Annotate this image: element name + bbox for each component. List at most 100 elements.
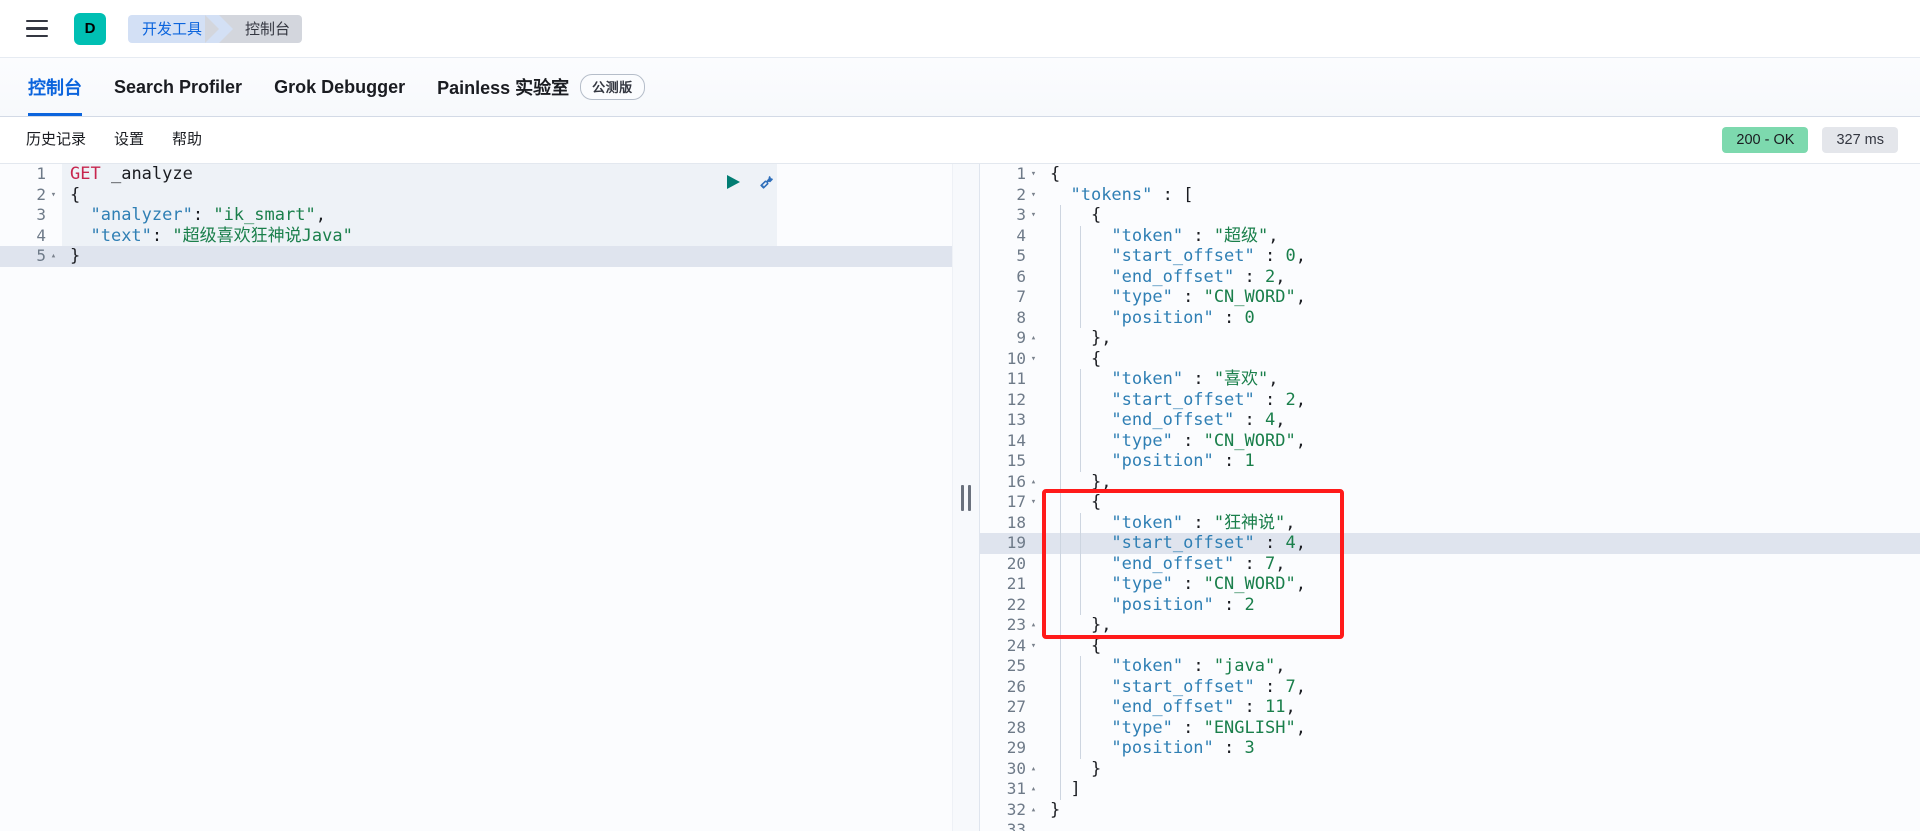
code-line-content: "type" : "CN_WORD", xyxy=(1111,287,1306,307)
code-line[interactable]: 26 "start_offset" : 7, xyxy=(980,676,1920,697)
code-line[interactable]: 1 GET _analyze xyxy=(0,164,952,185)
avatar[interactable]: D xyxy=(74,12,106,45)
code-line-content: "end_offset" : 2, xyxy=(1111,266,1286,287)
code-line[interactable]: 24 ▾ { xyxy=(980,635,1920,657)
fold-toggle-icon[interactable]: ▴ xyxy=(1029,328,1038,349)
tab-console[interactable]: 控制台 xyxy=(12,58,98,116)
hamburger-menu-icon[interactable] xyxy=(20,12,54,46)
code-line[interactable]: 4 "text": "超级喜欢狂神说Java" xyxy=(0,225,952,246)
code-line-content: "token" : "狂神说", xyxy=(1111,512,1296,533)
line-number: 7 xyxy=(980,287,1042,308)
pane-splitter[interactable] xyxy=(952,164,980,831)
code-line-content: { xyxy=(1090,492,1102,512)
code-line[interactable]: 23 ▴ }, xyxy=(980,615,1920,636)
fold-toggle-icon[interactable]: ▾ xyxy=(49,185,58,206)
code-line[interactable]: 14 "type" : "CN_WORD", xyxy=(980,430,1920,451)
code-line[interactable]: 15 "position" : 1 xyxy=(980,451,1920,472)
line-number: 22 xyxy=(980,594,1042,615)
line-number: 11 xyxy=(980,369,1042,390)
fold-toggle-icon[interactable]: ▴ xyxy=(49,246,58,267)
code-line[interactable]: 3 ▾ { xyxy=(980,205,1920,226)
code-line[interactable]: 27 "end_offset" : 11, xyxy=(980,697,1920,718)
fold-toggle-icon[interactable]: ▾ xyxy=(1029,164,1038,185)
tab-search-profiler[interactable]: Search Profiler xyxy=(98,58,258,116)
code-line-content: { xyxy=(1090,205,1102,225)
code-line[interactable]: 3 "analyzer": "ik_smart", xyxy=(0,205,952,226)
line-number: 1 xyxy=(0,164,62,185)
breadcrumb: 开发工具 控制台 xyxy=(128,14,303,43)
code-line[interactable]: 18 "token" : "狂神说", xyxy=(980,512,1920,533)
tab-painless-lab[interactable]: Painless 实验室 公测版 xyxy=(421,58,661,116)
line-number: 9 ▴ xyxy=(980,328,1042,349)
request-editor-code[interactable]: 1 GET _analyze 2 ▾{3 "analyzer": "ik_smart"… xyxy=(0,164,952,267)
fold-toggle-icon[interactable]: ▴ xyxy=(1029,615,1038,636)
code-line[interactable]: 13 "end_offset" : 4, xyxy=(980,410,1920,431)
request-editor-pane[interactable]: 1 GET _analyze 2 ▾{3 "analyzer": "ik_smart"… xyxy=(0,164,952,831)
code-line[interactable]: 25 "token" : "java", xyxy=(980,656,1920,677)
code-line[interactable]: 30 ▴ } xyxy=(980,758,1920,780)
tab-grok-debugger[interactable]: Grok Debugger xyxy=(258,58,421,116)
code-line[interactable]: 9 ▴ }, xyxy=(980,328,1920,349)
code-line[interactable]: 33 xyxy=(980,820,1920,831)
code-line[interactable]: 5 "start_offset" : 0, xyxy=(980,246,1920,267)
fold-toggle-icon[interactable]: ▴ xyxy=(1029,472,1038,493)
fold-toggle-icon[interactable]: ▾ xyxy=(1029,492,1038,513)
response-viewer-code[interactable]: 1 ▾{2 ▾ "tokens" : [3 ▾ {4 "token" : "超级", 5… xyxy=(980,164,1920,831)
code-line-content: "position" : 1 xyxy=(1111,451,1255,471)
fold-toggle-icon[interactable]: ▾ xyxy=(1029,636,1038,657)
code-line[interactable]: 8 "position" : 0 xyxy=(980,307,1920,328)
code-line[interactable]: 19 "start_offset" : 4, xyxy=(980,533,1920,554)
fold-toggle-icon[interactable]: ▾ xyxy=(1029,205,1038,226)
code-line[interactable]: 17 ▾ { xyxy=(980,492,1920,513)
code-line[interactable]: 2 ▾{ xyxy=(0,184,952,206)
code-line-content: }, xyxy=(1090,328,1112,348)
code-line[interactable]: 5 ▴} xyxy=(0,246,952,267)
fold-toggle-icon[interactable]: ▴ xyxy=(1029,779,1038,800)
code-line[interactable]: 12 "start_offset" : 2, xyxy=(980,389,1920,410)
code-line[interactable]: 32 ▴} xyxy=(980,799,1920,821)
line-number: 13 xyxy=(980,410,1042,431)
fold-toggle-icon[interactable]: ▾ xyxy=(1029,349,1038,370)
tab-painless-lab-label: Painless 实验室 xyxy=(437,78,570,98)
fold-toggle-icon[interactable]: ▴ xyxy=(1029,800,1038,821)
code-line-content: "end_offset" : 7, xyxy=(1111,553,1286,574)
code-line[interactable]: 10 ▾ { xyxy=(980,348,1920,370)
code-line[interactable]: 22 "position" : 2 xyxy=(980,594,1920,615)
response-viewer-pane[interactable]: 1 ▾{2 ▾ "tokens" : [3 ▾ {4 "token" : "超级", 5… xyxy=(980,164,1920,831)
code-line[interactable]: 28 "type" : "ENGLISH", xyxy=(980,717,1920,738)
help-button[interactable]: 帮助 xyxy=(158,117,216,163)
play-icon[interactable] xyxy=(724,173,742,191)
response-time-badge: 327 ms xyxy=(1822,127,1898,153)
code-line[interactable]: 4 "token" : "超级", xyxy=(980,225,1920,246)
code-line[interactable]: 6 "end_offset" : 2, xyxy=(980,266,1920,287)
code-line[interactable]: 16 ▴ }, xyxy=(980,471,1920,493)
code-line[interactable]: 21 "type" : "CN_WORD", xyxy=(980,574,1920,595)
history-button[interactable]: 历史记录 xyxy=(12,117,100,163)
code-line[interactable]: 2 ▾ "tokens" : [ xyxy=(980,184,1920,206)
line-number: 30 ▴ xyxy=(980,758,1042,780)
indent-guide xyxy=(1080,512,1081,615)
line-number: 5 ▴ xyxy=(0,246,62,267)
code-line-content: "position" : 2 xyxy=(1111,594,1255,615)
settings-button[interactable]: 设置 xyxy=(100,117,158,163)
line-number: 8 xyxy=(980,307,1042,328)
fold-toggle-icon[interactable]: ▾ xyxy=(1029,185,1038,206)
line-number: 3 ▾ xyxy=(980,205,1042,226)
line-number: 18 xyxy=(980,512,1042,533)
code-line[interactable]: 7 "type" : "CN_WORD", xyxy=(980,287,1920,308)
beta-badge: 公测版 xyxy=(580,74,645,100)
code-line[interactable]: 20 "end_offset" : 7, xyxy=(980,553,1920,574)
code-line[interactable]: 1 ▾ { xyxy=(980,164,1920,185)
code-line-content: "type" : "CN_WORD", xyxy=(1111,574,1306,594)
code-line[interactable]: 31 ▴ ] xyxy=(980,779,1920,800)
code-line[interactable]: 29 "position" : 3 xyxy=(980,738,1920,759)
fold-toggle-icon[interactable]: ▴ xyxy=(1029,759,1038,780)
code-line[interactable]: 11 "token" : "喜欢", xyxy=(980,369,1920,390)
code-line-content xyxy=(1042,820,1920,831)
code-line-content: "type" : "CN_WORD", xyxy=(1111,430,1306,451)
code-line-content: "position" : 3 xyxy=(1111,738,1255,758)
line-number: 1 ▾ xyxy=(980,164,1042,185)
line-number: 10 ▾ xyxy=(980,348,1042,370)
line-number: 28 xyxy=(980,717,1042,738)
wrench-icon[interactable] xyxy=(758,172,777,191)
